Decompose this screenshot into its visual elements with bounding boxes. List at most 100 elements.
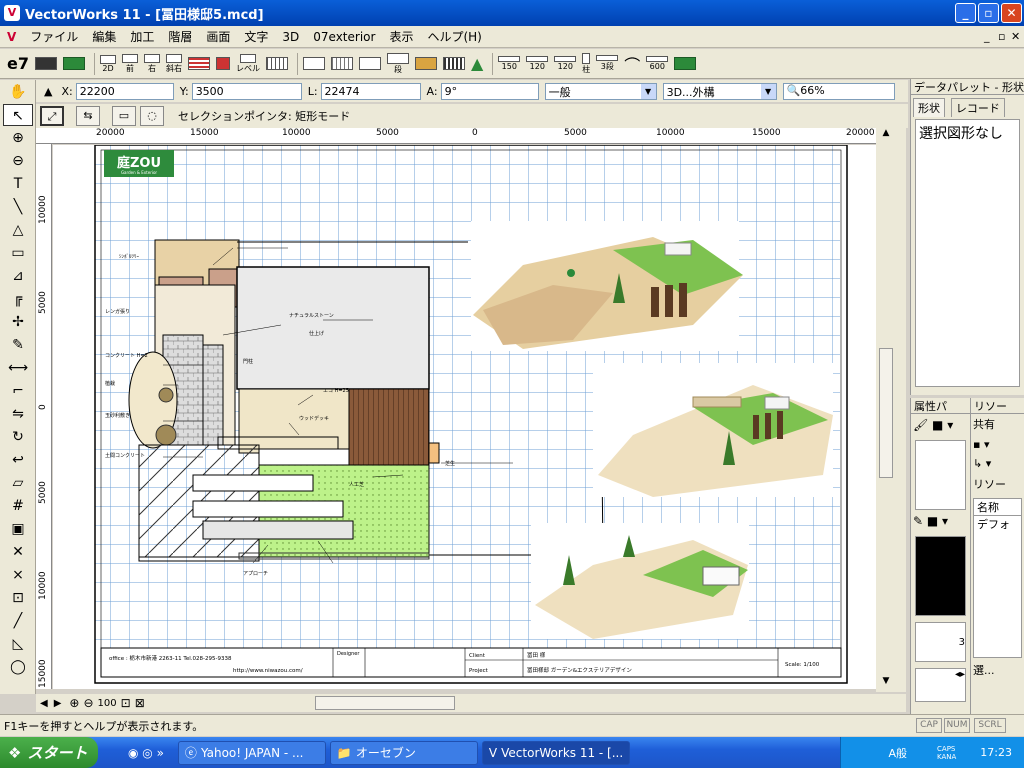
locus-tool-icon[interactable]: ✢ — [3, 311, 33, 333]
post-icon[interactable]: 柱 — [581, 52, 591, 76]
pen-preview[interactable] — [915, 536, 966, 616]
y-field[interactable] — [191, 82, 302, 100]
eyedropper-tool-icon[interactable]: ✎ — [3, 334, 33, 356]
fit-objects-icon[interactable]: ⊠ — [135, 696, 145, 710]
snap2-icon[interactable] — [34, 52, 58, 76]
tab-shape[interactable]: 形状 — [913, 98, 945, 117]
resource-type-icon[interactable]: ▪ ▾ — [973, 438, 1022, 451]
resource-column-name[interactable]: 名称 — [974, 499, 1021, 516]
fill-preview[interactable] — [915, 440, 966, 510]
vertical-scroll-thumb[interactable] — [879, 348, 893, 478]
snap-grid-icon[interactable]: # — [3, 495, 33, 517]
symbol-icon[interactable] — [215, 52, 231, 76]
resource-footer[interactable]: 選... — [973, 662, 1022, 678]
resource-arrow-icon[interactable]: ↳ ▾ — [973, 457, 1022, 470]
close-button[interactable]: ✕ — [1001, 3, 1022, 23]
rotate-tool-icon[interactable]: ↻ — [3, 426, 33, 448]
zoom-in-icon[interactable]: ⊕ — [3, 127, 33, 149]
drawing-canvas[interactable]: 庭ZOU Garden & Exterior ｼﾝﾎﾞﾙﾂﾘｰ レンガ張り コン… — [53, 145, 876, 689]
ime-mode[interactable]: A般 — [888, 745, 907, 761]
zoom-out-icon[interactable]: ⊖ — [3, 150, 33, 172]
zoom-in-small-icon[interactable]: ⊕ — [69, 696, 79, 710]
length-field[interactable] — [320, 82, 421, 100]
doc-minimize-button[interactable]: _ — [984, 30, 990, 43]
menu-layer[interactable]: 階層 — [161, 28, 199, 45]
mode-lasso-icon[interactable]: ◌ — [140, 106, 164, 126]
resource-list[interactable]: 名称 デフォ — [973, 498, 1022, 658]
frame-icon[interactable] — [302, 52, 326, 76]
task-vectorworks[interactable]: V VectorWorks 11 - [... — [481, 740, 630, 765]
stair-icon[interactable] — [358, 52, 382, 76]
x-field[interactable] — [75, 82, 174, 100]
snap-object-icon[interactable]: ▣ — [3, 518, 33, 540]
menu-3d[interactable]: 3D — [275, 30, 306, 44]
view-iso-icon[interactable]: 斜右 — [165, 52, 183, 76]
quicklaunch-icons[interactable]: ◉ ◎ » — [128, 746, 164, 760]
polyline-tool-icon[interactable]: ⊿ — [3, 265, 33, 287]
view-2d-icon[interactable]: 2D — [99, 52, 117, 76]
snap-distance-icon[interactable]: ⊡ — [3, 587, 33, 609]
shape-draw-icon[interactable]: ◺ — [3, 633, 33, 655]
menu-file[interactable]: ファイル — [23, 28, 85, 45]
fill-color-icon[interactable]: 🖌 ■ ▾ — [913, 418, 968, 436]
menu-display[interactable]: 表示 — [382, 28, 420, 45]
line-weight-preview[interactable]: 3 — [915, 622, 966, 662]
line-tool-icon[interactable]: ╲ — [3, 196, 33, 218]
tile-icon[interactable]: 3段 — [595, 52, 619, 76]
view-front-icon[interactable]: 前 — [121, 52, 139, 76]
block-150-icon[interactable]: 150 — [497, 52, 521, 76]
pen-color-icon[interactable]: ✎ ■ ▾ — [913, 514, 968, 532]
resource-item[interactable]: デフォ — [974, 516, 1021, 532]
start-button[interactable]: ❖ スタート — [0, 737, 98, 768]
arc-icon[interactable]: ⌒ — [623, 52, 641, 76]
menu-edit[interactable]: 編集 — [85, 28, 123, 45]
pillar-icon[interactable] — [442, 52, 466, 76]
snap-intersect-icon[interactable]: ⨯ — [3, 564, 33, 586]
restore-button[interactable]: ▫ — [978, 3, 999, 23]
mode-resize-icon[interactable]: ⤢ — [40, 106, 64, 126]
scale-600-icon[interactable]: 600 — [645, 52, 669, 76]
menu-view[interactable]: 画面 — [199, 28, 237, 45]
step-icon[interactable]: 段 — [386, 52, 410, 76]
fit-window-icon[interactable]: ⊡ — [121, 696, 131, 710]
level-icon[interactable]: レベル — [235, 52, 261, 76]
selection-pointer-icon[interactable]: ↖ — [3, 104, 33, 126]
rectangle-tool-icon[interactable]: ▭ — [3, 242, 33, 264]
tree-icon[interactable]: ▲ — [470, 52, 484, 76]
horizontal-scrollbar[interactable]: ◀ ▶ ⊕ ⊖ 100 ⊡ ⊠ — [36, 694, 906, 712]
circle-draw-icon[interactable]: ◯ — [3, 656, 33, 678]
menu-text[interactable]: 文字 — [237, 28, 275, 45]
reshape-tool-icon[interactable]: ↩ — [3, 449, 33, 471]
snap-angle-icon[interactable]: ✕ — [3, 541, 33, 563]
plant-icon[interactable] — [673, 52, 697, 76]
block-120-icon[interactable]: 120 — [525, 52, 549, 76]
view-right-icon[interactable]: 右 — [143, 52, 161, 76]
page-next-icon[interactable]: ▶ — [54, 698, 62, 709]
class-select[interactable]: 一般 ▼ — [544, 82, 657, 100]
eraser-tool-icon[interactable]: ▱ — [3, 472, 33, 494]
doc-icon[interactable]: V — [0, 30, 23, 44]
grid-icon[interactable] — [330, 52, 354, 76]
fence-icon[interactable] — [265, 52, 289, 76]
arrow-style-select[interactable]: ◂▸ — [915, 668, 966, 702]
dimension-tool-icon[interactable]: ⟷ — [3, 357, 33, 379]
mirror-tool-icon[interactable]: ⇋ — [3, 403, 33, 425]
layer-select[interactable]: 3D...外構 ▼ — [662, 82, 777, 100]
measure-tool-icon[interactable]: ⌐ — [3, 380, 33, 402]
hatch-icon[interactable] — [187, 52, 211, 76]
doc-close-button[interactable]: ✕ — [1011, 30, 1020, 43]
line-draw-icon[interactable]: ╱ — [3, 610, 33, 632]
mode-align-icon[interactable]: ⇆ — [76, 106, 100, 126]
angle-field[interactable] — [440, 82, 539, 100]
triangle-tool-icon[interactable]: △ — [3, 219, 33, 241]
text-tool-icon[interactable]: T — [3, 173, 33, 195]
minimize-button[interactable]: _ — [955, 3, 976, 23]
resource-dropdown-label[interactable]: リソー — [973, 476, 1022, 492]
block-120b-icon[interactable]: 120 — [553, 52, 577, 76]
tab-record[interactable]: レコード — [950, 98, 1005, 117]
task-yahoo[interactable]: ⓔ Yahoo! JAPAN - ... — [177, 740, 326, 765]
menu-modify[interactable]: 加工 — [123, 28, 161, 45]
task-folder[interactable]: 📁 オーセブン — [329, 740, 478, 765]
paint-icon[interactable] — [62, 52, 86, 76]
menu-help[interactable]: ヘルプ(H) — [420, 28, 488, 45]
